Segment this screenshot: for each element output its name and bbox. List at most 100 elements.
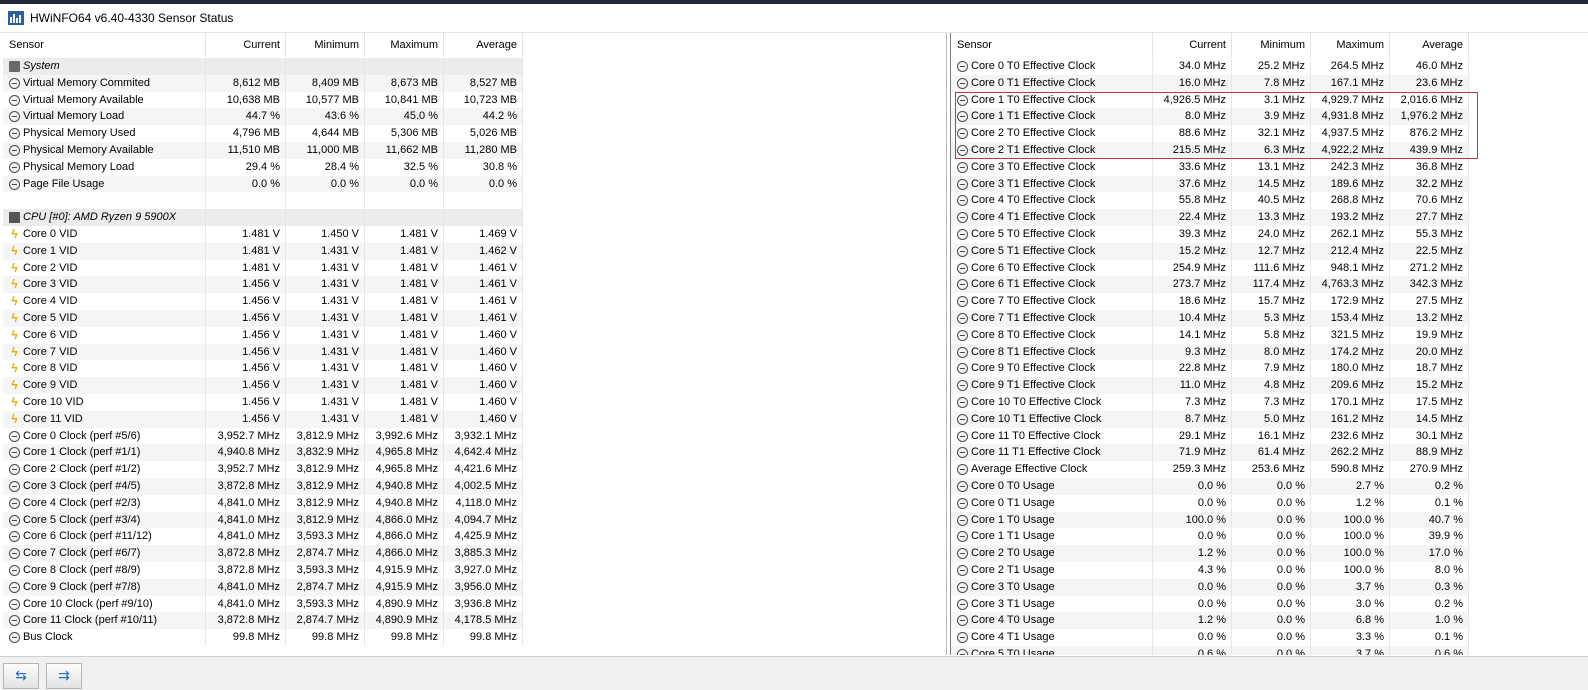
- value-current: 88.6 MHz: [1178, 127, 1226, 140]
- sensor-row[interactable]: Core 1 T0 Usage 100.0 % 0.0 % 100.0 % 40.7 %: [951, 511, 1469, 529]
- sensor-row[interactable]: Core 7 T0 Effective Clock 18.6 MHz 15.7 MH…: [951, 293, 1469, 310]
- sensor-group-row[interactable]: CPU [#0]: AMD Ryzen 9 5900X: [3, 209, 523, 226]
- sensor-row[interactable]: Core 2 T0 Effective Clock 88.6 MHz 32.1 MH…: [951, 125, 1469, 142]
- sensor-row[interactable]: Core 10 Clock (perf #9/10) 4,841.0 MHz 3,5…: [3, 596, 523, 613]
- sensor-name: Core 0 VID: [23, 227, 78, 240]
- sensor-row[interactable]: ϟ Core 7 VID 1.456 V 1.431 V 1.481 V 1.460 V: [3, 343, 523, 361]
- sensor-row[interactable]: Core 2 T0 Usage 1.2 % 0.0 % 100.0 % 17.0 %: [951, 545, 1469, 562]
- sensor-row[interactable]: Core 3 T0 Effective Clock 33.6 MHz 13.1 MH…: [951, 159, 1469, 176]
- next-button[interactable]: ⇉: [46, 663, 82, 689]
- sensor-row[interactable]: Physical Memory Load 29.4 % 28.4 % 32.5 % 30…: [3, 159, 523, 176]
- sensor-row[interactable]: ϟ Core 6 VID 1.456 V 1.431 V 1.481 V 1.460 V: [3, 327, 523, 344]
- column-header-sensor[interactable]: Sensor: [951, 33, 1153, 57]
- sensor-row[interactable]: Physical Memory Available 11,510 MB 11,000…: [3, 141, 523, 159]
- window-title: HWiNFO64 v6.40-4330 Sensor Status: [30, 11, 234, 25]
- sensor-row[interactable]: Core 0 T0 Usage 0.0 % 0.0 % 2.7 % 0.2 %: [951, 477, 1469, 495]
- sensor-row[interactable]: ϟ Core 9 VID 1.456 V 1.431 V 1.481 V 1.460 V: [3, 377, 523, 394]
- sensor-row[interactable]: Core 5 T0 Effective Clock 39.3 MHz 24.0 MH…: [951, 226, 1469, 243]
- sensor-row[interactable]: Core 6 T1 Effective Clock 273.7 MHz 117.4 …: [951, 276, 1469, 294]
- sensor-row[interactable]: Core 6 T0 Effective Clock 254.9 MHz 111.6 …: [951, 260, 1469, 277]
- sensor-row[interactable]: Core 0 T1 Effective Clock 16.0 MHz 7.8 MHz…: [951, 74, 1469, 92]
- sensor-row[interactable]: ϟ Core 3 VID 1.456 V 1.431 V 1.481 V 1.461 V: [3, 276, 523, 294]
- sensor-group-row[interactable]: System: [3, 58, 523, 75]
- column-header-maximum[interactable]: Maximum: [365, 33, 444, 57]
- switch-layout-button[interactable]: ⇆: [3, 663, 39, 689]
- sensor-row[interactable]: Core 1 T1 Usage 0.0 % 0.0 % 100.0 % 39.9 %: [951, 528, 1469, 545]
- sensor-row[interactable]: Core 3 T1 Effective Clock 37.6 MHz 14.5 MH…: [951, 175, 1469, 193]
- value-average: 40.7 %: [1428, 513, 1463, 526]
- sensor-row[interactable]: Core 8 T1 Effective Clock 9.3 MHz 8.0 MHz 1…: [951, 343, 1469, 361]
- sensor-row[interactable]: Core 8 T0 Effective Clock 14.1 MHz 5.8 MHz…: [951, 327, 1469, 344]
- sensor-row[interactable]: ϟ Core 0 VID 1.481 V 1.450 V 1.481 V 1.469 V: [3, 226, 523, 243]
- sensor-row[interactable]: Core 6 Clock (perf #11/12) 4,841.0 MHz 3,5…: [3, 528, 523, 545]
- value-minimum: 1.450 V: [321, 227, 359, 240]
- minus-circle-icon: [9, 581, 20, 593]
- sensor-row[interactable]: Core 2 T1 Usage 4.3 % 0.0 % 100.0 % 8.0 %: [951, 562, 1469, 579]
- sensor-row[interactable]: Core 4 T0 Effective Clock 55.8 MHz 40.5 MH…: [951, 192, 1469, 209]
- sensor-panel-left[interactable]: Sensor Current Minimum Maximum Average System…: [3, 33, 947, 655]
- sensor-row[interactable]: Core 5 T1 Effective Clock 15.2 MHz 12.7 MH…: [951, 242, 1469, 260]
- minus-circle-icon: [957, 615, 968, 627]
- minus-circle-icon: [957, 144, 968, 156]
- bolt-icon: ϟ: [11, 327, 18, 342]
- sensor-row[interactable]: Bus Clock 99.8 MHz 99.8 MHz 99.8 MHz 99.8 MH…: [3, 629, 523, 646]
- sensor-row[interactable]: Core 3 Clock (perf #4/5) 3,872.8 MHz 3,812…: [3, 477, 523, 495]
- sensor-row[interactable]: Core 1 T0 Effective Clock 4,926.5 MHz 3.1 …: [951, 92, 1469, 109]
- sensor-row[interactable]: Core 0 Clock (perf #5/6) 3,952.7 MHz 3,812…: [3, 428, 523, 445]
- sensor-row[interactable]: Core 5 Clock (perf #3/4) 4,841.0 MHz 3,812…: [3, 511, 523, 529]
- sensor-row[interactable]: Core 3 T0 Usage 0.0 % 0.0 % 3.7 % 0.3 %: [951, 578, 1469, 596]
- sensor-row[interactable]: Core 11 T0 Effective Clock 29.1 MHz 16.1 M…: [951, 428, 1469, 445]
- sensor-row[interactable]: Core 0 T1 Usage 0.0 % 0.0 % 1.2 % 0.1 %: [951, 495, 1469, 512]
- sensor-row[interactable]: ϟ Core 5 VID 1.456 V 1.431 V 1.481 V 1.461 V: [3, 309, 523, 327]
- value-average: 27.5 MHz: [1415, 295, 1463, 308]
- sensor-row[interactable]: Core 4 Clock (perf #2/3) 4,841.0 MHz 3,812…: [3, 495, 523, 512]
- sensor-row[interactable]: Core 0 T0 Effective Clock 34.0 MHz 25.2 MH…: [951, 58, 1469, 75]
- sensor-row[interactable]: Core 9 T1 Effective Clock 11.0 MHz 4.8 MHz…: [951, 377, 1469, 394]
- sensor-row[interactable]: ϟ Core 11 VID 1.456 V 1.431 V 1.481 V 1.460 V: [3, 410, 523, 428]
- column-header-average[interactable]: Average: [444, 33, 523, 57]
- sensor-panel-right[interactable]: Sensor Current Minimum Maximum Average Core 0…: [950, 33, 1571, 655]
- sensor-row[interactable]: Core 10 T1 Effective Clock 8.7 MHz 5.0 MHz…: [951, 410, 1469, 428]
- sensor-row[interactable]: Core 9 Clock (perf #7/8) 4,841.0 MHz 2,874…: [3, 578, 523, 596]
- sensor-row[interactable]: ϟ Core 10 VID 1.456 V 1.431 V 1.481 V 1.460 V: [3, 394, 523, 411]
- column-header-maximum[interactable]: Maximum: [1311, 33, 1390, 57]
- sensor-name: Core 4 T0 Effective Clock: [971, 194, 1096, 207]
- sensor-row[interactable]: Core 1 Clock (perf #1/1) 4,940.8 MHz 3,832…: [3, 444, 523, 462]
- sensor-row[interactable]: ϟ Core 8 VID 1.456 V 1.431 V 1.481 V 1.460 V: [3, 360, 523, 377]
- sensor-row[interactable]: ϟ Core 2 VID 1.481 V 1.431 V 1.481 V 1.461 V: [3, 260, 523, 277]
- sensor-row[interactable]: Core 5 T0 Usage 0.6 % 0.0 % 3.7 % 0.6 %: [951, 645, 1469, 655]
- sensor-row[interactable]: Core 4 T1 Usage 0.0 % 0.0 % 3.3 % 0.1 %: [951, 629, 1469, 646]
- sensor-row[interactable]: Core 11 Clock (perf #10/11) 3,872.8 MHz 2,…: [3, 612, 523, 630]
- column-header-sensor[interactable]: Sensor: [3, 33, 206, 57]
- sensor-row[interactable]: Page File Usage 0.0 % 0.0 % 0.0 % 0.0 %: [3, 175, 523, 193]
- value-maximum: 100.0 %: [1343, 513, 1384, 526]
- sensor-row[interactable]: Core 9 T0 Effective Clock 22.8 MHz 7.9 MHz…: [951, 360, 1469, 377]
- sensor-row[interactable]: Virtual Memory Commited 8,612 MB 8,409 MB 8…: [3, 74, 523, 92]
- sensor-row[interactable]: Core 10 T0 Effective Clock 7.3 MHz 7.3 MHz…: [951, 394, 1469, 411]
- column-header-minimum[interactable]: Minimum: [1232, 33, 1311, 57]
- sensor-row[interactable]: Core 11 T1 Effective Clock 71.9 MHz 61.4 M…: [951, 444, 1469, 462]
- sensor-row[interactable]: Core 7 T1 Effective Clock 10.4 MHz 5.3 MHz…: [951, 309, 1469, 327]
- column-header-current[interactable]: Current: [206, 33, 286, 57]
- value-maximum: 262.2 MHz: [1330, 446, 1384, 459]
- sensor-row[interactable]: Core 4 T1 Effective Clock 22.4 MHz 13.3 MH…: [951, 209, 1469, 226]
- sensor-row[interactable]: Core 7 Clock (perf #6/7) 3,872.8 MHz 2,874…: [3, 545, 523, 562]
- sensor-row[interactable]: Core 2 T1 Effective Clock 215.5 MHz 6.3 MH…: [951, 141, 1469, 159]
- sensor-row[interactable]: Core 2 Clock (perf #1/2) 3,952.7 MHz 3,812…: [3, 461, 523, 478]
- sensor-row[interactable]: Virtual Memory Load 44.7 % 43.6 % 45.0 % 44.…: [3, 108, 523, 126]
- column-header-current[interactable]: Current: [1153, 33, 1232, 57]
- column-header-average[interactable]: Average: [1390, 33, 1469, 57]
- value-minimum: 32.1 MHz: [1257, 127, 1305, 140]
- sensor-row[interactable]: ϟ Core 1 VID 1.481 V 1.431 V 1.481 V 1.462 V: [3, 242, 523, 260]
- sensor-row[interactable]: Average Effective Clock 259.3 MHz 253.6 MH…: [951, 461, 1469, 478]
- sensor-row[interactable]: Core 3 T1 Usage 0.0 % 0.0 % 3.0 % 0.2 %: [951, 596, 1469, 613]
- minus-circle-icon: [9, 632, 20, 644]
- sensor-row[interactable]: Core 4 T0 Usage 1.2 % 0.0 % 6.8 % 1.0 %: [951, 612, 1469, 630]
- sensor-row[interactable]: Physical Memory Used 4,796 MB 4,644 MB 5,30…: [3, 125, 523, 142]
- column-header-minimum[interactable]: Minimum: [286, 33, 365, 57]
- bolt-icon: ϟ: [11, 394, 18, 409]
- sensor-row[interactable]: Virtual Memory Available 10,638 MB 10,577 …: [3, 92, 523, 109]
- sensor-row[interactable]: Core 8 Clock (perf #8/9) 3,872.8 MHz 3,593…: [3, 562, 523, 579]
- sensor-row[interactable]: ϟ Core 4 VID 1.456 V 1.431 V 1.481 V 1.461 V: [3, 293, 523, 310]
- sensor-row[interactable]: Core 1 T1 Effective Clock 8.0 MHz 3.9 MHz 4…: [951, 108, 1469, 126]
